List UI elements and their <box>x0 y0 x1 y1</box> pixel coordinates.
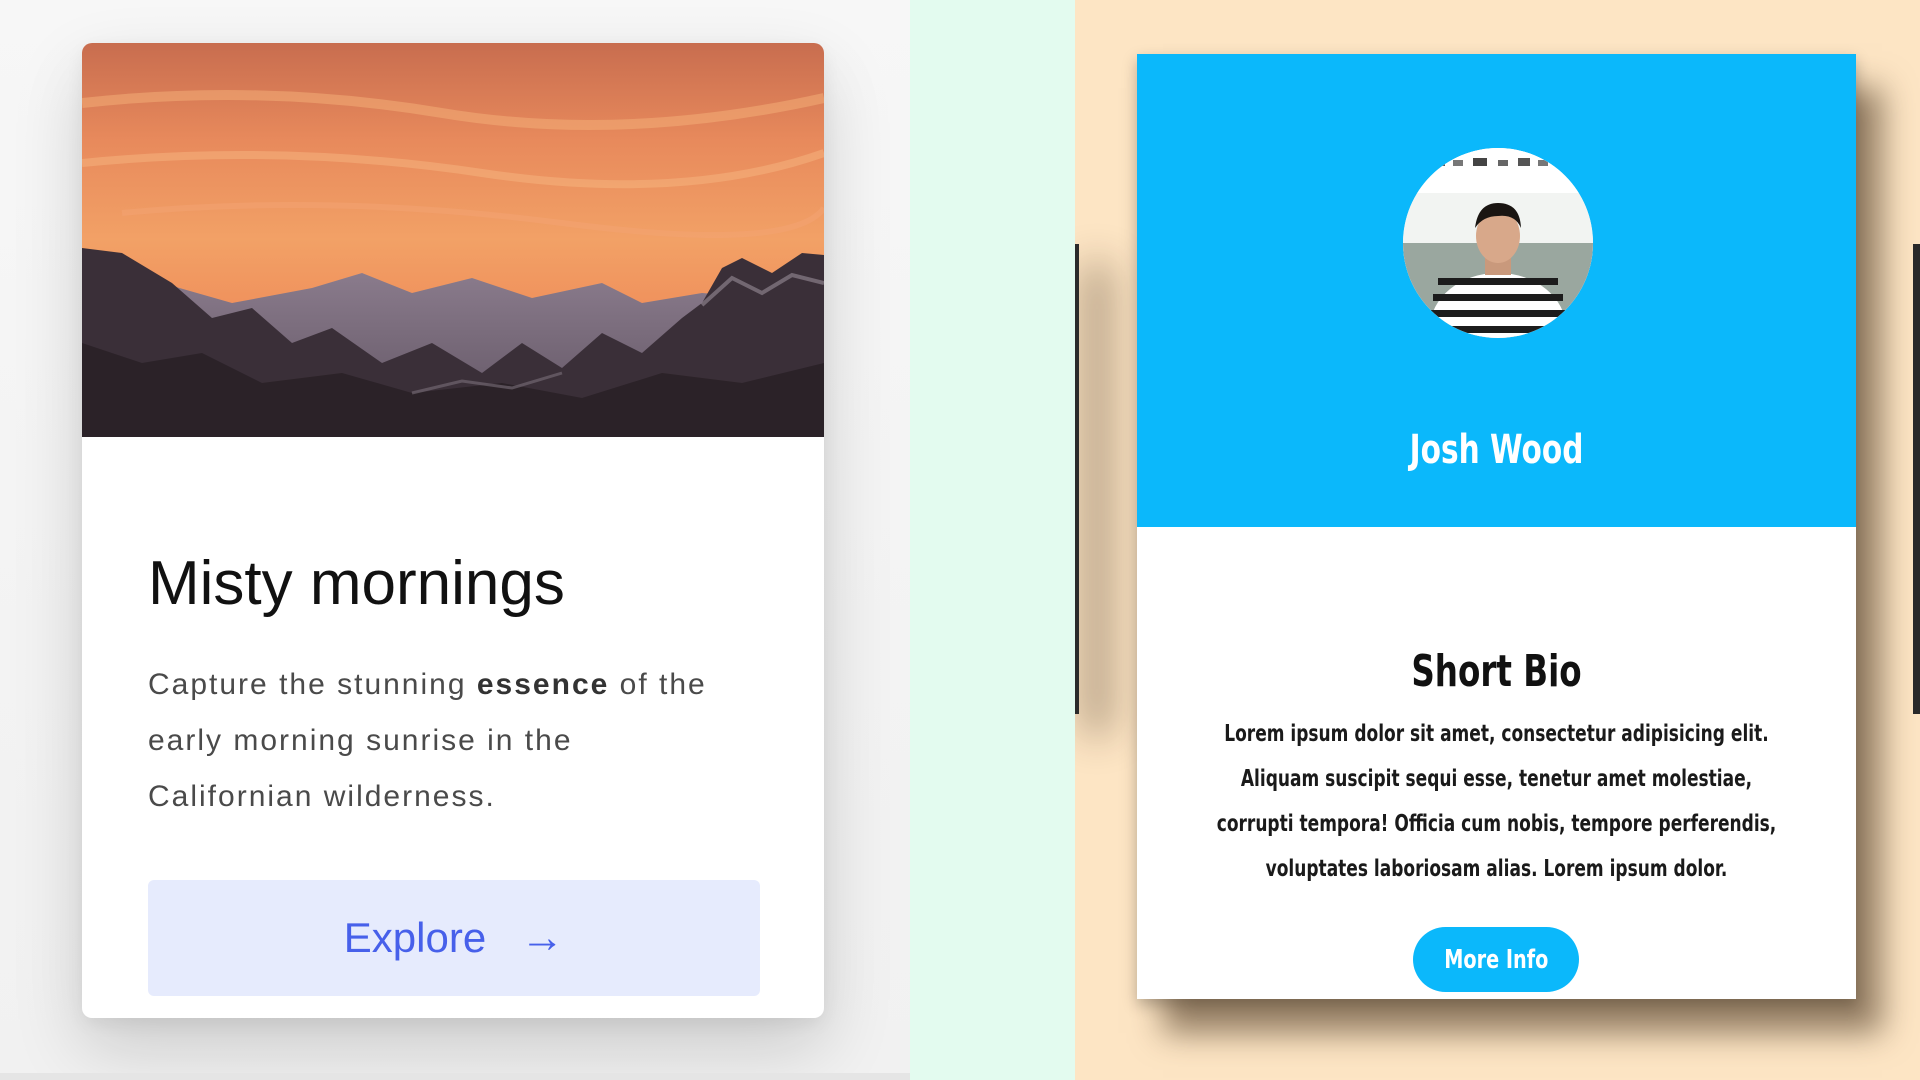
bio-title: Short Bio <box>1411 646 1582 697</box>
adjacent-card-right-edge <box>1913 244 1920 714</box>
misty-mornings-card: Misty mornings Capture the stunning esse… <box>82 43 824 1018</box>
description-bold-text: essence <box>476 668 610 701</box>
middle-strip <box>910 0 1075 1080</box>
profile-photo <box>1403 148 1593 338</box>
description-text-1: Capture the stunning <box>148 668 477 701</box>
card-description: Capture the stunning essence of the earl… <box>148 657 748 825</box>
avatar <box>1403 148 1593 338</box>
profile-card-header: Josh Wood <box>1137 54 1856 527</box>
more-info-button[interactable]: More Info <box>1413 927 1579 992</box>
explore-button[interactable]: Explore → <box>148 880 760 996</box>
right-panel: Josh Wood Short Bio Lorem ipsum dolor si… <box>1075 0 1920 1080</box>
explore-button-label: Explore <box>343 914 487 961</box>
divider <box>0 1073 910 1080</box>
bio-text: Lorem ipsum dolor sit amet, consectetur … <box>1216 721 1777 882</box>
profile-card: Josh Wood Short Bio Lorem ipsum dolor si… <box>1137 54 1856 999</box>
left-panel: Misty mornings Capture the stunning esse… <box>0 0 910 1080</box>
arrow-right-icon: → <box>520 913 565 962</box>
profile-name: Josh Wood <box>1409 427 1584 473</box>
adjacent-card-left-edge <box>1075 244 1079 714</box>
mountain-sunrise-image <box>82 43 824 437</box>
card-title: Misty mornings <box>148 549 565 618</box>
more-info-button-label: More Info <box>1443 944 1549 975</box>
